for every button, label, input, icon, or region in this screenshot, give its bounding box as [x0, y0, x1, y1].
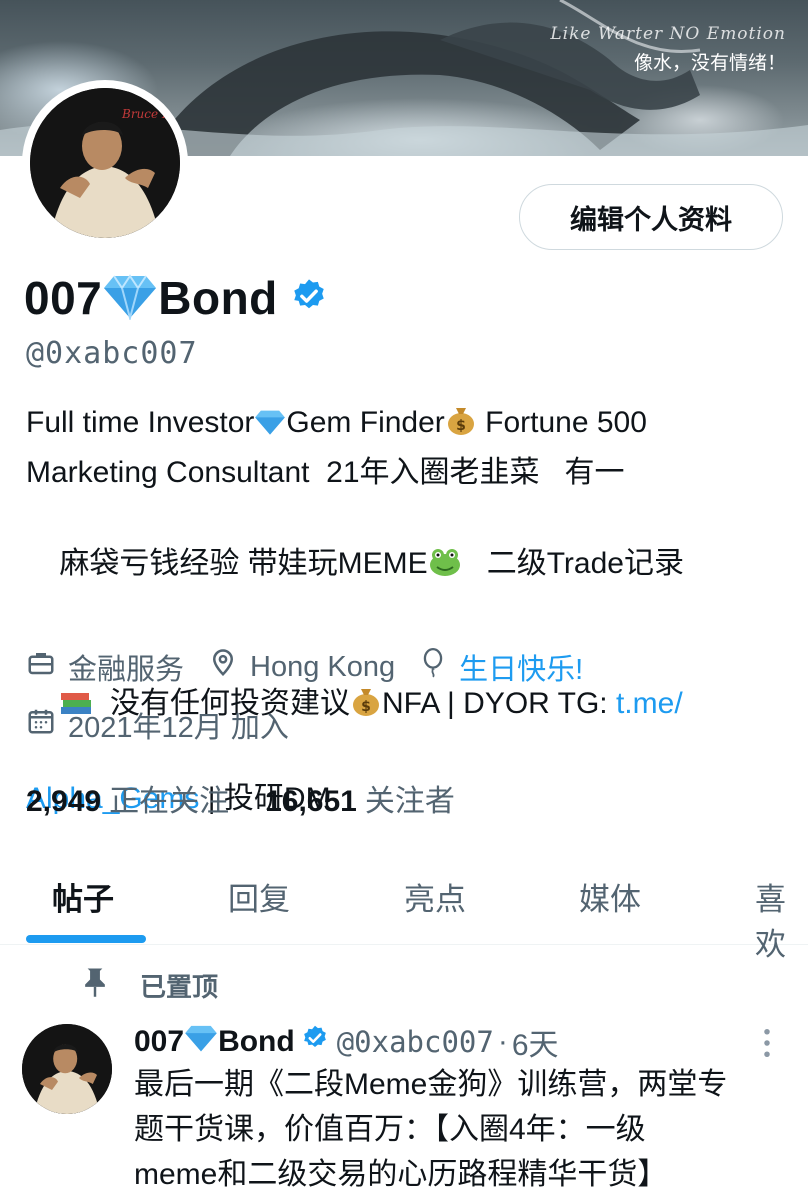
- tab-media[interactable]: 媒体: [579, 874, 641, 919]
- profile-name-suffix: Bond: [158, 272, 278, 324]
- profile-stats: 2,949 正在关注 16,651 关注者: [26, 776, 491, 820]
- following-label: 正在关注: [109, 785, 230, 818]
- followers-label: 关注者: [364, 785, 455, 818]
- meta-location-text: Hong Kong: [250, 650, 396, 683]
- profile-bio: Full time Investor Gem Finder $ Fortune 50…: [26, 400, 766, 822]
- bio-line-3: 麻袋亏钱经验 带娃玩MEME 二级Trade记录: [26, 495, 766, 636]
- bio-text: 二级Trade记录: [461, 546, 684, 580]
- meta-category: 金融服务: [26, 646, 184, 688]
- tweet-author-name-prefix[interactable]: 007: [134, 1025, 184, 1059]
- location-pin-icon: [208, 648, 238, 686]
- banner-tagline: Like Warter NO Emotion 像水，没有情绪！: [550, 24, 786, 75]
- svg-text:$: $: [361, 699, 371, 715]
- gem-emoji-icon: [184, 1023, 218, 1061]
- gem-emoji-icon: [102, 272, 158, 325]
- meta-category-text: 金融服务: [68, 654, 185, 686]
- followers-stat[interactable]: 16,651 关注者: [265, 776, 455, 820]
- pinned-label: 已置顶: [140, 972, 219, 1002]
- following-stat[interactable]: 2,949 正在关注: [26, 776, 229, 820]
- tweet-timestamp[interactable]: 6天: [512, 1020, 559, 1064]
- tab-highlights[interactable]: 亮点: [404, 874, 466, 919]
- tab-posts[interactable]: 帖子: [52, 874, 114, 919]
- profile-tabs: 帖子 回复 亮点 媒体 喜欢: [0, 856, 808, 962]
- profile-handle: @0xabc007: [26, 336, 198, 371]
- frog-emoji-icon: [428, 545, 462, 591]
- telegram-link[interactable]: t.me/: [616, 687, 683, 720]
- meta-joined-text: 2021年12月 加入: [68, 712, 289, 744]
- tab-replies[interactable]: 回复: [228, 874, 290, 919]
- banner-tagline-chinese: 像水，没有情绪！: [633, 52, 786, 74]
- following-count: 2,949: [26, 785, 102, 818]
- bio-text: 麻袋亏钱经验 带娃玩MEME: [59, 546, 428, 580]
- pinned-indicator: 已置顶: [82, 966, 218, 1005]
- svg-text:$: $: [456, 418, 466, 434]
- bio-text: Fortune 500: [476, 406, 647, 439]
- followers-count: 16,651: [265, 785, 357, 818]
- profile-joined: 2021年12月 加入: [26, 704, 289, 746]
- profile-avatar[interactable]: Bruce Lee: [22, 80, 188, 246]
- avatar-image: Bruce Lee: [30, 88, 180, 238]
- gem-emoji-icon: [254, 404, 286, 450]
- tweet-text-line: 题干货课，价值百万：【入圈4年：一级: [134, 1113, 646, 1146]
- profile-meta: 金融服务 Hong Kong 生日快乐!: [26, 646, 607, 688]
- tab-likes[interactable]: 喜欢: [755, 874, 808, 964]
- more-options-icon[interactable]: [760, 1028, 774, 1063]
- tweet-text-line: meme和二级交易的心历路程精华干货】: [134, 1158, 668, 1191]
- bio-line-1: Full time Investor Gem Finder $ Fortune 50…: [26, 400, 766, 450]
- bio-text: NFA | DYOR TG:: [382, 687, 616, 720]
- profile-name-prefix: 007: [24, 272, 103, 324]
- edit-profile-button[interactable]: 编辑个人资料: [519, 184, 783, 250]
- pin-icon: [82, 966, 108, 1005]
- money-bag-emoji-icon: $: [445, 404, 477, 450]
- tweet-text-line: 最后一期《二段Meme金狗》训练营，两堂专: [134, 1068, 728, 1101]
- tweet-author-name-suffix[interactable]: Bond: [218, 1025, 295, 1059]
- money-bag-emoji-icon: $: [350, 685, 382, 731]
- briefcase-icon: [26, 648, 56, 686]
- separator-dot: ·: [497, 1025, 508, 1058]
- verified-badge-icon: [301, 1024, 329, 1060]
- verified-badge-icon[interactable]: [290, 277, 328, 320]
- tweet-avatar[interactable]: [22, 1024, 112, 1114]
- tweet-header: 007 Bond @0xabc007 · 6天: [134, 1020, 559, 1064]
- balloon-icon: [419, 648, 447, 686]
- bio-text: Full time Investor: [26, 406, 255, 439]
- tweet-text[interactable]: 最后一期《二段Meme金狗》训练营，两堂专 题干货课，价值百万：【入圈4年：一级…: [134, 1062, 784, 1197]
- bio-text: Gem Finder: [286, 406, 445, 439]
- meta-birthday: 生日快乐!: [419, 646, 583, 688]
- bio-line-2: Marketing Consultant 21年入圈老韭菜 有一: [26, 455, 625, 489]
- banner-tagline-script: Like Warter NO Emotion: [550, 24, 786, 44]
- meta-birthday-link[interactable]: 生日快乐!: [459, 646, 583, 688]
- profile-name: 007 Bond: [24, 268, 328, 328]
- tweet-author-handle[interactable]: @0xabc007: [337, 1025, 494, 1059]
- active-tab-indicator: [26, 935, 146, 943]
- meta-location: Hong Kong: [208, 648, 395, 686]
- calendar-icon: [26, 706, 56, 744]
